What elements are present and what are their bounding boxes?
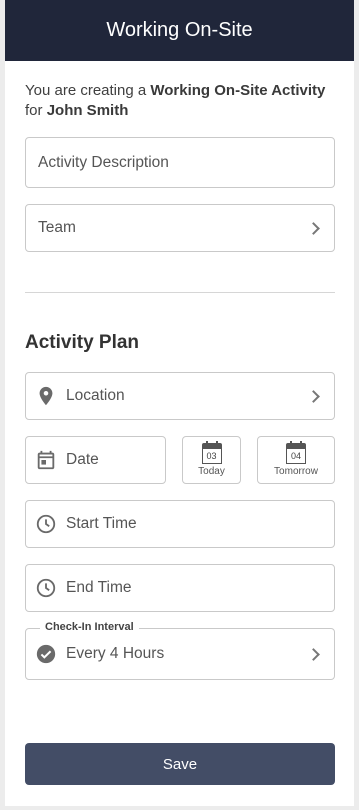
check-circle-icon xyxy=(36,644,56,664)
end-time-label: End Time xyxy=(66,579,132,596)
intro-prefix: You are creating a xyxy=(25,82,151,99)
location-label: Location xyxy=(66,387,125,404)
start-time-label: Start Time xyxy=(66,515,137,532)
save-button[interactable]: Save xyxy=(25,743,335,785)
checkin-interval-value: Every 4 Hours xyxy=(66,645,165,662)
checkin-interval-legend: Check-In Interval xyxy=(40,621,139,633)
clock-icon xyxy=(36,514,56,534)
location-pin-icon xyxy=(39,386,53,406)
calendar-icon xyxy=(37,450,55,470)
tomorrow-day-number: 04 xyxy=(286,448,306,464)
date-field[interactable]: Date xyxy=(25,436,166,484)
checkin-interval-select[interactable]: Every 4 Hours xyxy=(25,628,335,680)
chevron-right-icon xyxy=(307,389,320,403)
team-select[interactable]: Team xyxy=(25,204,335,252)
activity-plan-title: Activity Plan xyxy=(25,332,140,353)
chevron-right-icon xyxy=(307,221,320,235)
date-label: Date xyxy=(66,451,99,468)
app-header: Working On-Site xyxy=(5,0,354,61)
tomorrow-button[interactable]: 04 Tomorrow xyxy=(257,436,335,484)
end-time-field[interactable]: End Time xyxy=(25,564,335,612)
intro-text: You are creating a Working On-Site Activ… xyxy=(25,81,345,121)
team-label: Team xyxy=(38,219,76,236)
intro-for: for xyxy=(25,102,47,119)
chevron-right-icon xyxy=(307,647,320,661)
activity-type-name: Working On-Site Activity xyxy=(150,82,326,99)
screen: Working On-Site You are creating a Worki… xyxy=(5,0,354,806)
location-select[interactable]: Location xyxy=(25,372,335,420)
today-label: Today xyxy=(198,466,225,477)
tomorrow-label: Tomorrow xyxy=(274,466,318,477)
person-name: John Smith xyxy=(46,102,129,119)
activity-description-field[interactable]: Activity Description xyxy=(25,137,335,188)
page-title: Working On-Site xyxy=(106,19,253,41)
start-time-field[interactable]: Start Time xyxy=(25,500,335,548)
today-day-number: 03 xyxy=(201,448,222,464)
activity-description-placeholder: Activity Description xyxy=(38,153,169,171)
calendar-day-icon: 04 xyxy=(286,441,306,465)
today-button[interactable]: 03 Today xyxy=(182,436,241,484)
section-divider xyxy=(25,292,335,293)
calendar-day-icon: 03 xyxy=(201,441,222,465)
clock-icon xyxy=(36,578,56,598)
